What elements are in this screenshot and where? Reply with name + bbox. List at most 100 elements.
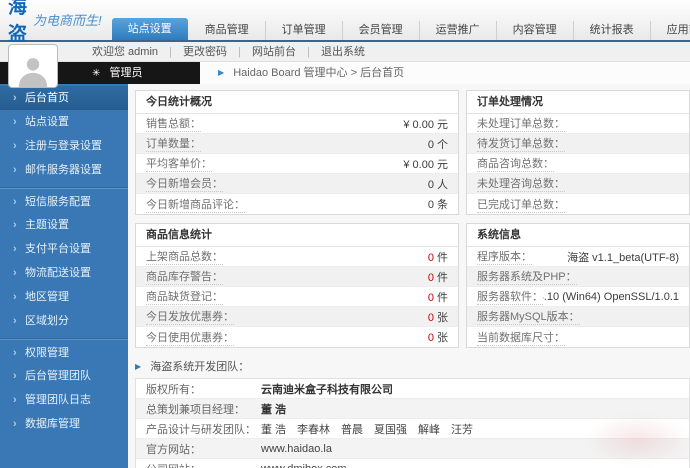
panel-today-stats: 今日统计概况 销售总额：¥ 0.00 元 订单数量：0 个 平均客单价：¥ 0.… bbox=[135, 90, 459, 215]
sidebar-item-sms-config[interactable]: › 短信服务配置 bbox=[0, 187, 128, 213]
chevron-right-icon: › bbox=[13, 341, 17, 365]
main-area: ›后台首页 ›站点设置 ›注册与登录设置 ›邮件服务器设置 ›短信服务配置 ›主… bbox=[0, 84, 690, 468]
team-label: 产品设计与研发团队： bbox=[146, 421, 261, 437]
team-row: 总策划兼项目经理：董 浩 bbox=[136, 399, 689, 419]
breadcrumb-text: Haidao Board 管理中心 > 后台首页 bbox=[233, 67, 404, 79]
stat-label: 上架商品总数： bbox=[146, 248, 223, 265]
stat-value: 0 人 bbox=[428, 176, 448, 192]
stat-label: 服务器系统及PHP： bbox=[477, 268, 577, 285]
stat-row: 今日发放优惠券： 0张 bbox=[136, 307, 458, 327]
team-label: 官方网站： bbox=[146, 441, 261, 457]
sidebar-item-zone-division[interactable]: › 区域划分 bbox=[0, 309, 128, 333]
panel-title: 商品信息统计 bbox=[136, 224, 458, 247]
stat-label: 订单数量： bbox=[146, 135, 201, 152]
sidebar-item-label: 物流配送设置 bbox=[25, 267, 91, 279]
stat-row: 商品缺货登记：0件 bbox=[136, 287, 458, 307]
tab-content-management[interactable]: 内容管理 bbox=[497, 21, 574, 40]
role-label: 管理员 bbox=[109, 67, 142, 79]
stat-row: 已完成订单总数： bbox=[467, 194, 689, 214]
content-area: 今日统计概况 销售总额：¥ 0.00 元 订单数量：0 个 平均客单价：¥ 0.… bbox=[128, 84, 690, 468]
tab-site-settings[interactable]: 站点设置 bbox=[112, 18, 188, 40]
sidebar-item-label: 主题设置 bbox=[25, 219, 69, 231]
chevron-right-icon: › bbox=[13, 190, 17, 214]
stat-label: 未处理咨询总数： bbox=[477, 175, 565, 192]
stat-row: 未处理订单总数： bbox=[467, 114, 689, 134]
stat-label: 当前数据库尺寸： bbox=[477, 329, 565, 346]
stat-label: 已完成订单总数： bbox=[477, 196, 565, 213]
team-label: 版权所有： bbox=[146, 381, 261, 397]
team-label: 总策划兼项目经理： bbox=[146, 401, 261, 417]
team-row: 版权所有：云南迪米盒子科技有限公司 bbox=[136, 379, 689, 399]
sidebar: ›后台首页 ›站点设置 ›注册与登录设置 ›邮件服务器设置 ›短信服务配置 ›主… bbox=[0, 84, 128, 468]
stat-row: 服务器软件：Apache/2.4.10 (Win64) OpenSSL/1.0.… bbox=[467, 287, 689, 307]
chevron-right-icon: › bbox=[13, 213, 17, 237]
sidebar-item-region-management[interactable]: › 地区管理 bbox=[0, 285, 128, 309]
stat-label: 今日新增会员： bbox=[146, 175, 223, 192]
dev-team-section: ▶ 海盗系统开发团队： 版权所有：云南迪米盒子科技有限公司 总策划兼项目经理：董… bbox=[135, 358, 690, 468]
stat-value: 海盗 v1.1_beta(UTF-8) bbox=[532, 249, 679, 265]
stat-value: 0张 bbox=[428, 309, 448, 325]
chevron-right-icon: › bbox=[13, 285, 17, 309]
chevron-right-icon: › bbox=[13, 158, 17, 182]
team-row: 产品设计与研发团队：董 浩 李春林 普晨 夏国强 解峰 汪芳 bbox=[136, 419, 689, 439]
tab-goods-management[interactable]: 商品管理 bbox=[189, 21, 266, 40]
sidebar-item-label: 短信服务配置 bbox=[25, 196, 91, 208]
sidebar-item-label: 地区管理 bbox=[25, 291, 69, 303]
stat-label: 今日发放优惠券： bbox=[146, 308, 234, 325]
sidebar-item-label: 区域划分 bbox=[25, 315, 69, 327]
team-value: 董 浩 李春林 普晨 夏国强 解峰 汪芳 bbox=[261, 421, 473, 437]
sidebar-item-theme-settings[interactable]: › 主题设置 bbox=[0, 213, 128, 237]
sidebar-item-label: 站点设置 bbox=[25, 116, 69, 128]
sidebar-item-admin-team[interactable]: ›后台管理团队 bbox=[0, 364, 128, 388]
logo-tagline: 为电商而生! bbox=[33, 10, 102, 29]
sidebar-item-site-settings[interactable]: ›站点设置 bbox=[0, 110, 128, 134]
stat-value: 0 条 bbox=[428, 196, 448, 212]
stat-label: 待发货订单总数： bbox=[477, 135, 565, 152]
sidebar-item-mail-server[interactable]: › 邮件服务器设置 bbox=[0, 158, 128, 182]
tab-app-store[interactable]: 应用商店 bbox=[651, 21, 690, 40]
asterisk-icon: ✳ bbox=[92, 68, 100, 79]
panel-system-info: 系统信息 程序版本：海盗 v1.1_beta(UTF-8) 服务器系统及PHP：… bbox=[466, 223, 690, 348]
company-site-link[interactable]: www.dmibox.com bbox=[261, 463, 347, 468]
stat-row: 商品库存警告：0件 bbox=[136, 267, 458, 287]
team-value: 董 浩 bbox=[261, 401, 286, 417]
chevron-right-icon: › bbox=[13, 388, 17, 412]
stat-label: 商品咨询总数： bbox=[477, 155, 554, 172]
tab-marketing[interactable]: 运营推广 bbox=[420, 21, 497, 40]
person-icon bbox=[16, 53, 50, 87]
stat-value: 0 个 bbox=[428, 136, 448, 152]
sidebar-item-register-login[interactable]: ›注册与登录设置 bbox=[0, 134, 128, 158]
chevron-right-icon: › bbox=[13, 412, 17, 436]
stat-label: 今日新增商品评论： bbox=[146, 196, 245, 213]
stat-row: 平均客单价：¥ 0.00 元 bbox=[136, 154, 458, 174]
sidebar-item-permissions[interactable]: ›权限管理 bbox=[0, 338, 128, 364]
top-header: 海盗 为电商而生! 站点设置 商品管理 订单管理 会员管理 运营推广 内容管理 … bbox=[0, 0, 690, 40]
chevron-right-icon: › bbox=[13, 364, 17, 388]
stat-row: 未处理咨询总数： bbox=[467, 174, 689, 194]
tab-member-management[interactable]: 会员管理 bbox=[343, 21, 420, 40]
stat-value: Apache/2.4.10 (Win64) OpenSSL/1.0.1 bbox=[543, 291, 679, 303]
stat-row: 今日新增商品评论： 0 条 bbox=[136, 194, 458, 214]
stat-row: 上架商品总数：0件 bbox=[136, 247, 458, 267]
sidebar-item-label: 注册与登录设置 bbox=[25, 140, 102, 152]
sidebar-item-database[interactable]: ›数据库管理 bbox=[0, 412, 128, 436]
site-front-link[interactable]: 网站前台 bbox=[252, 46, 296, 58]
panel-title: 系统信息 bbox=[467, 224, 689, 247]
sidebar-item-admin-logs[interactable]: ›管理团队日志 bbox=[0, 388, 128, 412]
sidebar-item-label: 支付平台设置 bbox=[25, 243, 91, 255]
tab-reports[interactable]: 统计报表 bbox=[574, 21, 651, 40]
change-password-link[interactable]: 更改密码 bbox=[183, 46, 227, 58]
tab-order-management[interactable]: 订单管理 bbox=[266, 21, 343, 40]
logout-link[interactable]: 退出系统 bbox=[321, 46, 365, 58]
chevron-right-icon: › bbox=[13, 309, 17, 333]
stat-row: 订单数量： 0 个 bbox=[136, 134, 458, 154]
stat-label: 今日使用优惠券： bbox=[146, 329, 234, 346]
sidebar-item-dashboard[interactable]: ›后台首页 bbox=[0, 86, 128, 110]
official-site-link[interactable]: www.haidao.la bbox=[261, 443, 332, 455]
stat-row: 待发货订单总数： bbox=[467, 134, 689, 154]
stat-value: 0张 bbox=[428, 329, 448, 345]
sidebar-item-payment-platform[interactable]: › 支付平台设置 bbox=[0, 237, 128, 261]
chevron-right-icon: › bbox=[13, 237, 17, 261]
sidebar-item-logistics[interactable]: ›物流配送设置 bbox=[0, 261, 128, 285]
sidebar-item-label: 邮件服务器设置 bbox=[25, 164, 102, 176]
